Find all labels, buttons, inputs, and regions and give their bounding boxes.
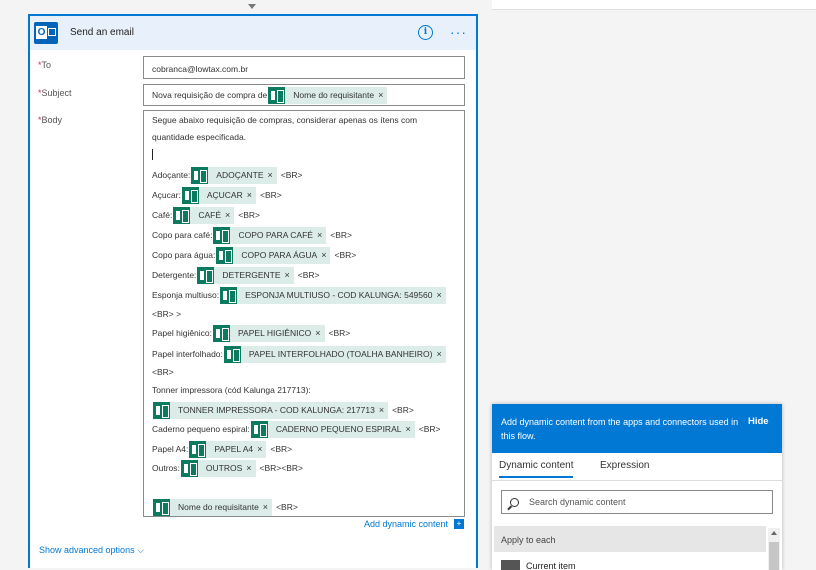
remove-token-icon[interactable]: × xyxy=(246,463,255,473)
remove-token-icon[interactable]: × xyxy=(436,290,445,300)
hide-button[interactable]: Hide xyxy=(748,416,769,427)
send-email-action-card: O Send an email i ··· *To cobranca@lowta… xyxy=(28,14,478,568)
forms-icon xyxy=(180,459,198,477)
dynamic-token[interactable]: CADERNO PEQUENO ESPIRAL × xyxy=(250,420,415,438)
remove-token-icon[interactable]: × xyxy=(225,210,234,220)
info-icon[interactable]: i xyxy=(418,25,433,40)
body-line-papel-higienico: Papel higiênico: PAPEL HIGIÊNICO × <BR> xyxy=(152,324,350,342)
body-line-copo-agua: Copo para água: COPO PARA ÁGUA × <BR> xyxy=(152,246,356,264)
more-options-icon[interactable]: ··· xyxy=(450,24,467,40)
body-line-detergente: Detergente: DETERGENTE × <BR> xyxy=(152,266,320,284)
card-header[interactable]: O Send an email i ··· xyxy=(30,16,476,50)
forms-icon xyxy=(268,86,286,104)
body-line-interfolhado-br: <BR> xyxy=(152,367,174,377)
dynamic-panel-description: Add dynamic content from the apps and co… xyxy=(501,417,739,441)
dynamic-token[interactable]: PAPEL HIGIÊNICO × xyxy=(213,324,325,342)
dynamic-token[interactable]: COPO PARA ÁGUA × xyxy=(216,246,331,264)
dynamic-content-list: Apply to each Current item xyxy=(492,524,782,570)
text-cursor xyxy=(152,149,153,160)
forms-icon xyxy=(197,266,215,284)
outlook-icon: O xyxy=(34,22,58,44)
tab-dynamic-content[interactable]: Dynamic content xyxy=(499,460,574,478)
remove-token-icon[interactable]: × xyxy=(379,405,388,415)
forms-icon xyxy=(216,246,234,264)
body-line-outros: Outros: OUTROS × <BR><BR> xyxy=(152,459,303,477)
forms-icon xyxy=(181,186,199,204)
forms-icon xyxy=(189,440,207,458)
remove-token-icon[interactable]: × xyxy=(257,444,266,454)
forms-icon xyxy=(213,324,231,342)
body-intro-line: Segue abaixo requisição de compras, cons… xyxy=(152,115,418,125)
body-line-cafe: Café: CAFÉ × <BR> xyxy=(152,206,260,224)
dynamic-token[interactable]: PAPEL INTERFOLHADO (TOALHA BANHEIRO) × xyxy=(223,345,446,363)
remove-token-icon[interactable]: × xyxy=(285,270,294,280)
remove-token-icon[interactable]: × xyxy=(263,502,272,512)
dynamic-token[interactable]: AÇUCAR × xyxy=(181,186,256,204)
to-label: *To xyxy=(38,60,52,70)
forms-icon xyxy=(173,206,191,224)
scroll-thumb[interactable] xyxy=(769,542,779,570)
remove-token-icon[interactable]: × xyxy=(321,250,330,260)
scrollbar[interactable] xyxy=(768,528,780,570)
body-line-caderno: Caderno pequeno espiral: CADERNO PEQUENO … xyxy=(152,420,440,438)
body-line-tonner-label: Tonner impressora (cód Kalunga 217713): xyxy=(152,385,311,395)
body-field[interactable]: Segue abaixo requisição de compras, cons… xyxy=(143,110,465,517)
search-dynamic-content-input[interactable]: Search dynamic content xyxy=(501,490,773,514)
body-line-esponja: Esponja multiuso: ESPONJA MULTIUSO - COD … xyxy=(152,286,447,304)
add-dynamic-content-link[interactable]: Add dynamic content xyxy=(364,519,448,529)
loop-icon xyxy=(501,560,520,570)
to-field[interactable]: cobranca@lowtax.com.br xyxy=(143,56,465,79)
dynamic-token[interactable]: COPO PARA CAFÉ × xyxy=(213,226,327,244)
scroll-up-icon[interactable] xyxy=(771,531,777,535)
card-title: Send an email xyxy=(70,27,134,38)
body-line-adocante: Adoçante: ADOÇANTE × <BR> xyxy=(152,166,303,184)
dynamic-token[interactable]: ESPONJA MULTIUSO - COD KALUNGA: 549560 × xyxy=(220,286,446,304)
dynamic-token[interactable]: PAPEL A4 × xyxy=(189,440,267,458)
forms-icon xyxy=(220,286,238,304)
remove-token-icon[interactable]: × xyxy=(405,424,414,434)
designer-canvas: O Send an email i ··· *To cobranca@lowta… xyxy=(0,0,816,570)
remove-token-icon[interactable]: × xyxy=(378,90,387,100)
subject-label: *Subject xyxy=(38,88,72,98)
dynamic-content-panel: Add dynamic content from the apps and co… xyxy=(492,404,782,570)
body-line-requisitante: Nome do requisitante × <BR> xyxy=(152,498,298,516)
remove-token-icon[interactable]: × xyxy=(268,170,277,180)
dynamic-token[interactable]: Nome do requisitante × xyxy=(153,498,273,516)
body-line-acucar: Açucar: AÇUCAR × <BR> xyxy=(152,186,282,204)
flow-connector-arrow xyxy=(248,4,256,9)
subject-field[interactable]: Nova requisição de compra de Nome do req… xyxy=(143,84,465,106)
top-toolbar-strip xyxy=(492,0,816,10)
body-line-papel-interfolhado: Papel interfolhado: PAPEL INTERFOLHADO (T… xyxy=(152,345,447,363)
dynamic-token[interactable]: DETERGENTE × xyxy=(197,266,294,284)
remove-token-icon[interactable]: × xyxy=(436,349,445,359)
dynamic-item-current-item[interactable]: Current item xyxy=(501,560,576,570)
forms-icon xyxy=(213,226,231,244)
show-advanced-options-link[interactable]: Show advanced options ⌵ xyxy=(39,545,144,556)
section-apply-to-each[interactable]: Apply to each xyxy=(494,526,766,552)
search-icon xyxy=(510,497,519,507)
dynamic-token[interactable]: CAFÉ × xyxy=(173,206,235,224)
body-intro-line: quantidade especificada. xyxy=(152,132,247,142)
body-line-copo-cafe: Copo para café: COPO PARA CAFÉ × <BR> xyxy=(152,226,352,244)
add-dynamic-content-icon[interactable]: + xyxy=(454,519,464,529)
dynamic-panel-header: Add dynamic content from the apps and co… xyxy=(492,404,782,453)
body-label: *Body xyxy=(38,115,63,125)
forms-icon xyxy=(223,345,241,363)
dynamic-token[interactable]: Nome do requisitante × xyxy=(268,86,388,104)
forms-icon xyxy=(153,498,170,516)
body-line-tonner: TONNER IMPRESSORA - COD KALUNGA: 217713 ×… xyxy=(152,401,414,419)
forms-icon xyxy=(250,420,268,438)
dynamic-token[interactable]: TONNER IMPRESSORA - COD KALUNGA: 217713 × xyxy=(153,401,389,419)
remove-token-icon[interactable]: × xyxy=(317,230,326,240)
remove-token-icon[interactable]: × xyxy=(315,328,324,338)
tab-expression[interactable]: Expression xyxy=(600,460,649,471)
body-line-esponja-br: <BR> > xyxy=(152,309,182,319)
dynamic-token[interactable]: ADOÇANTE × xyxy=(191,166,277,184)
remove-token-icon[interactable]: × xyxy=(247,190,256,200)
body-line-papel-a4: Papel A4: PAPEL A4 × <BR> xyxy=(152,440,292,458)
dynamic-token[interactable]: OUTROS × xyxy=(180,459,256,477)
forms-icon xyxy=(153,401,170,419)
dynamic-panel-tabs: Dynamic content Expression xyxy=(492,453,782,481)
forms-icon xyxy=(191,166,209,184)
